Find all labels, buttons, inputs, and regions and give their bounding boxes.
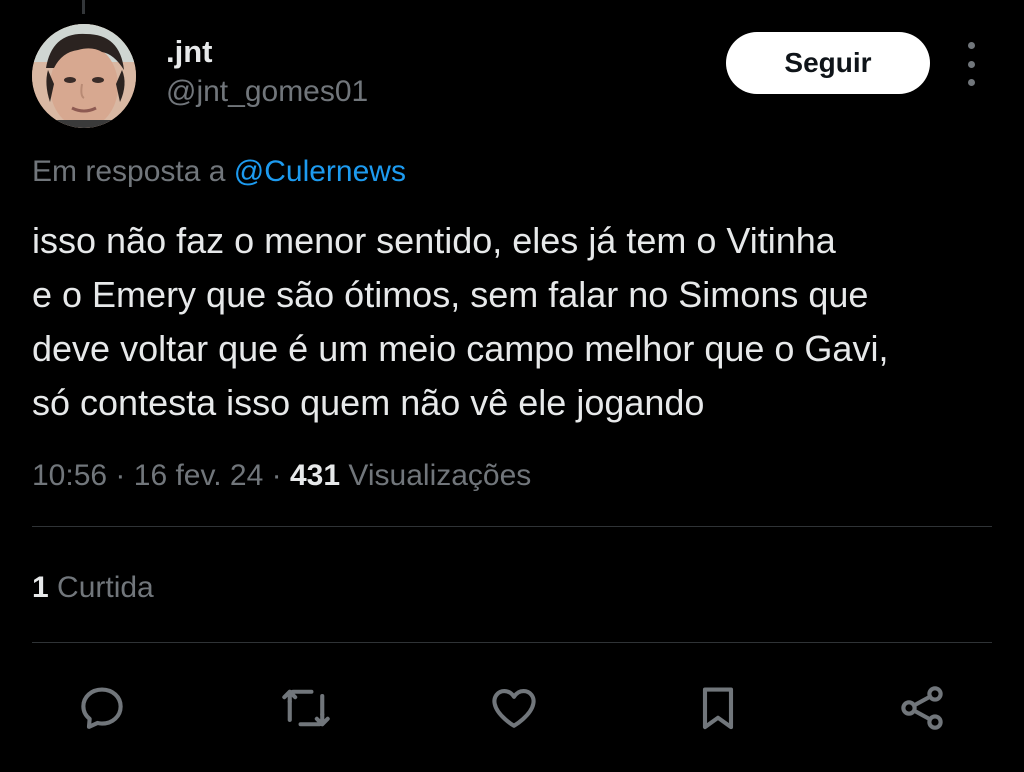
tweet-meta: 10:56 · 16 fev. 24 · 431 Visualizações	[32, 456, 531, 496]
more-dot	[967, 42, 975, 49]
retweet-icon	[282, 689, 330, 727]
share-icon	[901, 686, 943, 730]
follow-button[interactable]: Seguir	[726, 32, 930, 94]
bookmark-button[interactable]	[690, 680, 746, 736]
user-handle[interactable]: @jnt_gomes01	[166, 72, 368, 112]
tweet-text-line: deve voltar que é um meio campo melhor q…	[32, 328, 889, 369]
views-count[interactable]: 431	[290, 459, 340, 492]
tweet-text: isso não faz o menor sentido, eles já te…	[32, 214, 992, 430]
tweet-text-line: isso não faz o menor sentido, eles já te…	[32, 220, 836, 261]
reply-prefix: Em resposta a	[32, 155, 226, 188]
tweet-text-line: só contesta isso quem não vê ele jogando	[32, 382, 705, 423]
reply-context: Em resposta a @Culernews	[32, 152, 406, 192]
more-dot	[967, 79, 975, 86]
tweet-header: .jnt @jnt_gomes01 Seguir	[32, 24, 992, 128]
views-label[interactable]: Visualizações	[348, 459, 531, 492]
divider	[32, 526, 992, 527]
more-options-icon[interactable]	[958, 42, 984, 86]
user-names: .jnt @jnt_gomes01	[166, 34, 368, 112]
likes-summary[interactable]: 1 Curtida	[32, 568, 154, 608]
more-dot	[967, 60, 975, 68]
meta-separator: ·	[115, 459, 126, 492]
like-button[interactable]	[486, 680, 542, 736]
likes-label: Curtida	[57, 571, 154, 604]
tweet-text-line: e o Emery que são ótimos, sem falar no S…	[32, 274, 869, 315]
retweet-button[interactable]	[278, 680, 334, 736]
divider	[32, 642, 992, 643]
likes-count: 1	[32, 571, 49, 604]
meta-separator: ·	[271, 459, 282, 492]
share-button[interactable]	[894, 680, 950, 736]
tweet-date[interactable]: 16 fev. 24	[134, 459, 264, 492]
thread-connector-line	[82, 0, 85, 14]
action-bar	[0, 680, 1024, 740]
tweet-time[interactable]: 10:56	[32, 459, 107, 492]
display-name[interactable]: .jnt	[166, 34, 368, 70]
reply-icon	[81, 687, 123, 729]
like-icon	[492, 689, 536, 728]
reply-button[interactable]	[74, 680, 130, 736]
avatar[interactable]	[32, 24, 136, 128]
bookmark-icon	[702, 687, 734, 730]
reply-mention-link[interactable]: @Culernews	[234, 155, 406, 188]
